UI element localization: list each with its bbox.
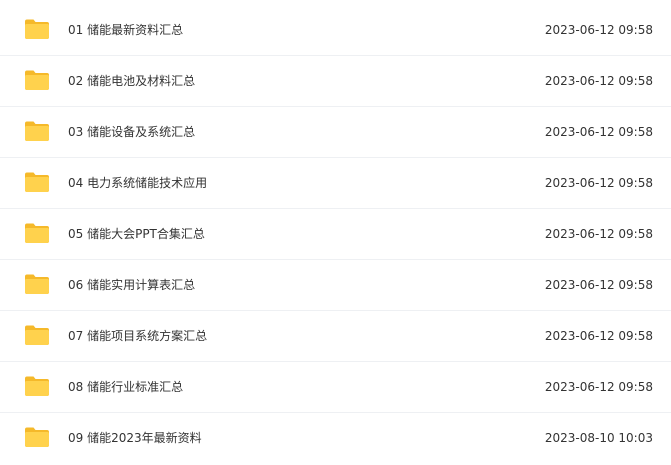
- file-row-03[interactable]: 03 储能设备及系统汇总 2023-06-12 09:58: [0, 107, 671, 158]
- folder-name[interactable]: 08 储能行业标准汇总: [68, 362, 183, 413]
- file-list: 01 储能最新资料汇总 2023-06-12 09:58 02 储能电池及材料汇…: [0, 5, 671, 464]
- modified-date: 2023-06-12 09:58: [544, 329, 653, 343]
- modified-date: 2023-06-12 09:58: [544, 380, 653, 394]
- modified-date: 2023-06-12 09:58: [544, 74, 653, 88]
- file-row-02[interactable]: 02 储能电池及材料汇总 2023-06-12 09:58: [0, 56, 671, 107]
- file-row-07[interactable]: 07 储能项目系统方案汇总 2023-06-12 09:58: [0, 311, 671, 362]
- folder-icon: [24, 273, 50, 295]
- file-row-05[interactable]: 05 储能大会PPT合集汇总 2023-06-12 09:58: [0, 209, 671, 260]
- file-row-08[interactable]: 08 储能行业标准汇总 2023-06-12 09:58: [0, 362, 671, 413]
- file-row-04[interactable]: 04 电力系统储能技术应用 2023-06-12 09:58: [0, 158, 671, 209]
- folder-icon: [24, 426, 50, 448]
- folder-icon: [24, 324, 50, 346]
- folder-name[interactable]: 01 储能最新资料汇总: [68, 5, 183, 56]
- file-row-06[interactable]: 06 储能实用计算表汇总 2023-06-12 09:58: [0, 260, 671, 311]
- folder-name[interactable]: 04 电力系统储能技术应用: [68, 158, 207, 209]
- modified-date: 2023-06-12 09:58: [544, 125, 653, 139]
- modified-date: 2023-06-12 09:58: [544, 227, 653, 241]
- folder-name[interactable]: 09 储能2023年最新资料: [68, 413, 202, 464]
- modified-date: 2023-08-10 10:03: [544, 431, 653, 445]
- folder-name[interactable]: 05 储能大会PPT合集汇总: [68, 209, 205, 260]
- modified-date: 2023-06-12 09:58: [544, 23, 653, 37]
- modified-date: 2023-06-12 09:58: [544, 176, 653, 190]
- file-row-01[interactable]: 01 储能最新资料汇总 2023-06-12 09:58: [0, 5, 671, 56]
- folder-icon: [24, 375, 50, 397]
- folder-name[interactable]: 06 储能实用计算表汇总: [68, 260, 195, 311]
- folder-icon: [24, 171, 50, 193]
- folder-name[interactable]: 02 储能电池及材料汇总: [68, 56, 195, 107]
- file-row-09[interactable]: 09 储能2023年最新资料 2023-08-10 10:03: [0, 413, 671, 464]
- folder-icon: [24, 120, 50, 142]
- folder-icon: [24, 18, 50, 40]
- folder-name[interactable]: 03 储能设备及系统汇总: [68, 107, 195, 158]
- folder-icon: [24, 69, 50, 91]
- folder-name[interactable]: 07 储能项目系统方案汇总: [68, 311, 207, 362]
- folder-icon: [24, 222, 50, 244]
- modified-date: 2023-06-12 09:58: [544, 278, 653, 292]
